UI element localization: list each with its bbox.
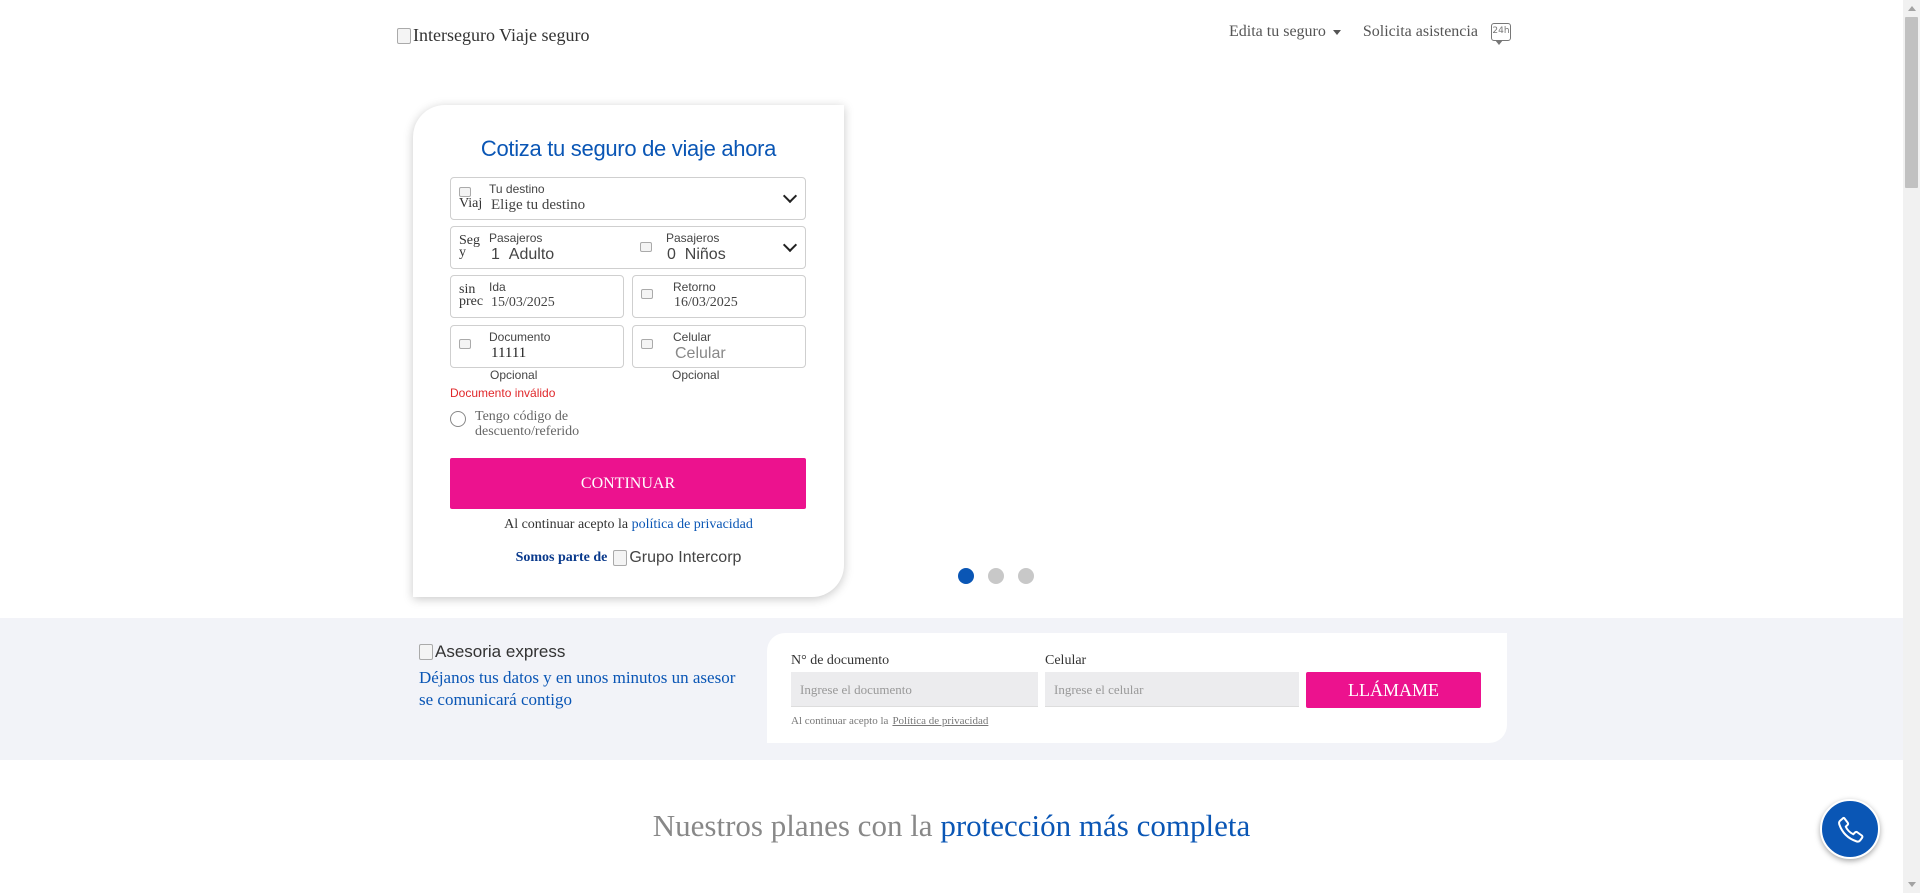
adults-unit: Adulto — [508, 246, 555, 263]
scrollbar-thumb[interactable] — [1905, 17, 1918, 188]
adults-label: Pasajeros — [489, 231, 543, 245]
group-affiliation: Somos parte de Grupo Intercorp — [413, 549, 844, 567]
privacy-prefix: Al continuar acepto la — [504, 517, 629, 532]
document-error: Documento inválido — [450, 386, 556, 400]
calendar-icon — [641, 288, 665, 318]
phone-icon — [1838, 817, 1864, 843]
floating-call-button[interactable] — [1820, 799, 1880, 859]
document-icon — [459, 338, 483, 368]
scroll-up-arrow-icon[interactable] — [1903, 0, 1920, 17]
express-intro: Asesoria express Déjanos tus datos y en … — [419, 642, 739, 711]
scroll-down-arrow-icon[interactable] — [1903, 876, 1920, 893]
continue-button[interactable]: CONTINUAR — [450, 458, 806, 509]
header-nav: Edita tu seguro Solicita asistencia 24h — [1229, 23, 1511, 45]
adults-value: 1 Adulto — [491, 246, 554, 264]
doc-number-label: N° de documento — [791, 653, 890, 668]
return-value: 16/03/2025 — [674, 295, 738, 310]
return-date-field[interactable]: Retorno 16/03/2025 — [632, 275, 806, 318]
express-description: Déjanos tus datos y en unos minutos un a… — [419, 668, 736, 709]
passengers-select[interactable]: Seg y Pasajeros 1 Adulto Pasajeros 0 Niñ… — [450, 226, 806, 269]
phone-label: Celular — [673, 330, 712, 344]
document-value: 11111 — [491, 345, 527, 361]
site-header: Interseguro Viaje seguro Edita tu seguro… — [0, 0, 1903, 70]
destination-icon: Viaj — [459, 186, 483, 216]
express-advisory-band: Asesoria express Déjanos tus datos y en … — [0, 618, 1903, 760]
carousel-indicators — [958, 568, 1034, 584]
edit-insurance-menu[interactable]: Edita tu seguro — [1229, 23, 1341, 41]
departure-value: 15/03/2025 — [491, 295, 555, 310]
destination-label: Tu destino — [489, 182, 545, 196]
privacy-notice: Al continuar acepto la política de priva… — [413, 517, 844, 533]
phone-optional-hint: Opcional — [672, 368, 720, 382]
discount-radio-label: Tengo código de descuento/referido — [475, 409, 580, 439]
chat-support-icon: 24h — [1490, 23, 1511, 45]
logo-alt-text: Interseguro Viaje seguro — [413, 25, 590, 45]
request-assistance-link[interactable]: Solicita asistencia 24h — [1362, 23, 1511, 45]
call-me-button[interactable]: LLÁMAME — [1306, 672, 1481, 708]
adults-count: 1 — [491, 246, 500, 263]
phone-icon — [641, 338, 665, 368]
part-of-label: Somos parte de — [515, 550, 608, 565]
callback-privacy-notice: Al continuar acepto la Política de privac… — [791, 715, 989, 727]
quote-card: Cotiza tu seguro de viaje ahora Viaj Tu … — [413, 105, 844, 597]
plans-title-highlight: protección más completa — [940, 808, 1251, 843]
plans-section-title: Nuestros planes con la protección más co… — [0, 808, 1903, 844]
destination-select[interactable]: Viaj Tu destino Elige tu destino — [450, 177, 806, 220]
calendar-icon: sin prec — [459, 284, 483, 309]
page-scrollbar[interactable] — [1903, 0, 1920, 893]
broken-image-icon — [419, 644, 433, 660]
grupo-intercorp-logo: Grupo Intercorp — [613, 549, 741, 567]
caret-down-icon — [1332, 29, 1341, 35]
plans-title-prefix: Nuestros planes con la — [652, 808, 933, 843]
document-optional-hint: Opcional — [490, 368, 538, 382]
children-label: Pasajeros — [666, 231, 720, 245]
request-assistance-label: Solicita asistencia — [1362, 23, 1478, 40]
departure-date-field[interactable]: sin prec Ida 15/03/2025 — [450, 275, 624, 318]
doc-number-input[interactable]: Ingrese el documento — [791, 672, 1038, 707]
callback-phone-label: Celular — [1045, 653, 1087, 668]
chevron-down-icon — [783, 240, 797, 254]
broken-image-icon — [397, 27, 411, 44]
interseguro-logo[interactable]: Interseguro Viaje seguro — [397, 25, 590, 46]
carousel-dot-1[interactable] — [958, 568, 974, 584]
callback-phone-input[interactable]: Ingrese el celular — [1045, 672, 1299, 707]
chevron-down-icon — [783, 191, 797, 205]
document-field[interactable]: Documento 11111 — [450, 325, 624, 368]
callback-form: N° de documento Ingrese el documento Cel… — [767, 633, 1507, 743]
discount-code-option[interactable]: Tengo código de descuento/referido — [450, 409, 595, 439]
child-passenger-icon — [640, 241, 658, 257]
children-count: 0 — [667, 246, 676, 263]
asesoria-express-logo: Asesoria express — [419, 642, 739, 662]
edit-insurance-label: Edita tu seguro — [1229, 23, 1326, 40]
carousel-dot-2[interactable] — [988, 568, 1004, 584]
return-label: Retorno — [673, 280, 716, 294]
document-label: Documento — [489, 330, 551, 344]
destination-value: Elige tu destino — [491, 197, 586, 213]
children-unit: Niños — [684, 246, 726, 263]
discount-radio[interactable] — [450, 411, 466, 427]
carousel-dot-3[interactable] — [1018, 568, 1034, 584]
children-value: 0 Niños — [667, 246, 726, 264]
callback-privacy-link[interactable]: Política de privacidad — [892, 715, 988, 727]
privacy-policy-link[interactable]: política de privacidad — [632, 517, 753, 532]
quote-title: Cotiza tu seguro de viaje ahora — [480, 136, 777, 161]
phone-placeholder: Celular — [675, 345, 726, 362]
departure-label: Ida — [489, 280, 506, 294]
phone-field[interactable]: Celular Celular — [632, 325, 806, 368]
adult-passenger-icon: Seg y — [459, 235, 480, 260]
broken-image-icon — [613, 550, 628, 566]
